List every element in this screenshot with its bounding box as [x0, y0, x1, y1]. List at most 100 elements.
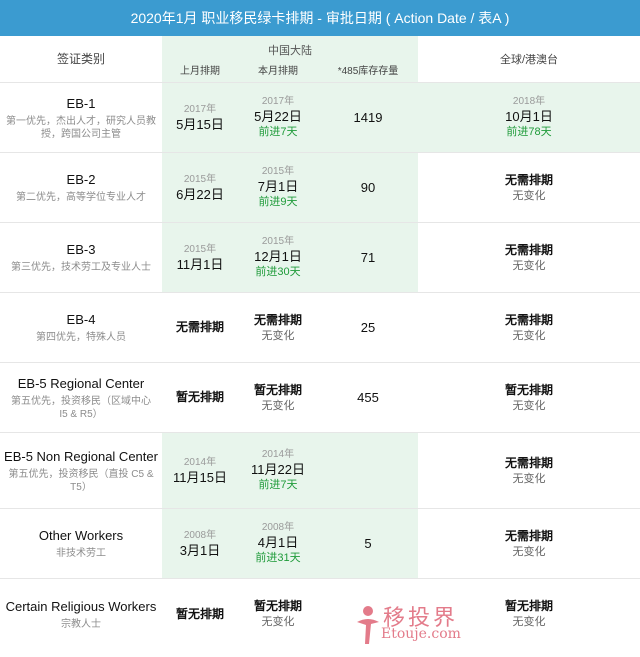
- this-month-cell-no-change: 无变化: [261, 616, 295, 629]
- global-cell: 无需排期 无变化: [418, 222, 640, 293]
- this-month-cell-no-change: 无变化: [261, 399, 295, 412]
- category-desc: 宗教人士: [61, 618, 101, 630]
- category-desc: 第五优先，投资移民（区域中心 I5 & R5）: [11, 395, 151, 420]
- category-cell: Other Workers 非技术劳工: [0, 508, 162, 579]
- category-desc: 第二优先，高等学位专业人才: [16, 192, 146, 203]
- this-month-cell-advance: 前进30天: [255, 266, 301, 278]
- last-month-cell-date: 11月1日: [176, 256, 224, 272]
- inventory-cell: 455: [318, 362, 419, 433]
- this-month-cell-year: 2015年: [261, 166, 295, 177]
- global-cell-date: 10月1日: [505, 109, 553, 124]
- category-cell: EB-4 第四优先，特殊人员: [0, 292, 162, 363]
- last-month-cell-status: 暂无排期: [175, 606, 224, 621]
- last-month-cell-status: 无需排期: [175, 320, 224, 334]
- this-month-cell: 2015年 12月1日前进30天: [238, 222, 318, 293]
- this-month-cell-year: 2014年: [261, 449, 295, 460]
- inventory-value: 455: [357, 390, 379, 405]
- last-month-cell-date: 3月1日: [179, 542, 221, 558]
- last-month-header: 上月排期: [180, 66, 220, 77]
- this-month-cell: 2017年 5月22日 前进7天: [238, 82, 318, 153]
- this-month-cell-year: 2015年: [261, 236, 295, 247]
- last-month-cell: 2015年 6月22日: [162, 152, 238, 223]
- this-month-cell-year: 2017年: [261, 96, 295, 107]
- mainland-header: 中国大陆 上月排期 本月排期 *485库存存量: [162, 36, 419, 83]
- table-row: EB-1 第一优先，杰出人才，研究人员教授，跨国公司主管 2017年 5月15日 201…: [0, 82, 640, 153]
- global-cell-no-change: 无变化: [512, 329, 546, 342]
- table-row: EB-3 第三优先，技术劳工及专业人士 2015年 11月1日 2015年 12月1日 前进…: [0, 222, 640, 293]
- this-month-cell-advance: 前进9天: [258, 196, 298, 208]
- this-month-cell-date: 7月1日: [257, 179, 299, 194]
- global-cell-status: 无需排期: [505, 528, 554, 543]
- global-cell-advance: 前进78天: [506, 126, 552, 138]
- table-row: EB-5 Non Regional Center 第五优先，投资移民（直投 C5 …: [0, 432, 640, 509]
- this-month-cell: 2014年 11月22日 前进7天: [238, 432, 318, 509]
- this-month-cell-date: 4月1日: [257, 535, 299, 550]
- global-cell: 暂无排期 无变化: [418, 362, 640, 433]
- global-cell-year: 2018年: [512, 96, 546, 107]
- last-month-cell: 2008年 3月1日: [162, 508, 238, 579]
- category-cell: EB-5 Non Regional Center 第五优先，投资移民（直投 C5 …: [0, 432, 162, 509]
- inventory-cell: 25: [318, 292, 419, 363]
- last-month-cell: 暂无排期: [162, 578, 238, 650]
- inventory-header: *485库存存量: [337, 66, 399, 77]
- this-month-cell-advance: 前进7天: [258, 126, 298, 138]
- etouje-watermark: 移投界 Etouje.com: [353, 602, 483, 648]
- global-cell: 无需排期 无变化: [418, 152, 640, 223]
- global-cell-no-change: 无变化: [512, 472, 546, 485]
- global-cell-no-change: 无变化: [512, 545, 546, 558]
- last-month-cell-year: 2014年: [183, 456, 217, 468]
- last-month-cell: 2017年 5月15日: [162, 82, 238, 153]
- this-month-cell: 2015年 7月1日前进9天: [238, 152, 318, 223]
- table-row: EB-4 第四优先，特殊人员 无需排期 无需排期 无变化 25 无需排期 无变化: [0, 292, 640, 363]
- this-month-cell-advance: 前进31天: [255, 552, 301, 564]
- last-month-cell-year: 2015年: [183, 243, 217, 255]
- global-cell: 2018年 10月1日前进78天: [418, 82, 640, 153]
- this-month-cell: 暂无排期 无变化: [238, 578, 318, 650]
- category-name: EB-4: [66, 312, 96, 327]
- category-desc: 第五优先，投资移民（直投 C5 & T5）: [8, 468, 154, 493]
- category-header: 签证类别: [0, 36, 162, 83]
- this-month-cell-no-change: 无变化: [261, 329, 295, 342]
- visa-bulletin-table: 签证类别 中国大陆 上月排期 本月排期 *485库存存量 全球/港澳台 EB-1…: [0, 36, 640, 650]
- this-month-cell-year: 2008年: [261, 522, 295, 533]
- this-month-header: 本月排期: [258, 66, 298, 77]
- table-title: 2020年1月 职业移民绿卡排期 - 审批日期 ( Action Date / …: [0, 0, 640, 36]
- inventory-value: 71: [360, 250, 376, 265]
- last-month-cell-date: 6月22日: [176, 186, 224, 202]
- category-name: EB-5 Regional Center: [17, 375, 145, 391]
- inventory-cell: 90: [318, 152, 419, 223]
- category-name: EB-1: [66, 95, 96, 111]
- last-month-cell-status: 暂无排期: [175, 390, 224, 404]
- category-desc: 第一优先，杰出人才，研究人员教授，跨国公司主管: [6, 115, 156, 140]
- global-cell: 无需排期 无变化: [418, 432, 640, 509]
- category-desc: 第三优先，技术劳工及专业人士: [11, 262, 151, 273]
- table-row: Other Workers 非技术劳工 2008年 3月1日 2008年 4月1日 前进31…: [0, 508, 640, 579]
- last-month-cell-year: 2017年: [183, 103, 217, 115]
- inventory-cell: [318, 432, 419, 509]
- this-month-cell-advance: 前进7天: [258, 479, 298, 491]
- last-month-cell-date: 11月15日: [173, 469, 227, 485]
- inventory-value: 90: [360, 180, 376, 195]
- this-month-cell-date: 12月1日: [254, 249, 302, 264]
- global-header-label: 全球/港澳台: [499, 54, 559, 66]
- global-header: 全球/港澳台: [418, 36, 640, 83]
- this-month-cell: 2008年 4月1日前进31天: [238, 508, 318, 579]
- category-name: EB-5 Non Regional Center: [4, 448, 158, 464]
- global-cell-status: 无需排期: [505, 312, 554, 327]
- category-name: Certain Religious Workers: [5, 598, 157, 614]
- watermark-en: Etouje.com: [381, 626, 461, 642]
- last-month-cell: 暂无排期: [162, 362, 238, 433]
- watermark-logo-icon: [357, 606, 379, 644]
- last-month-cell-year: 2015年: [183, 173, 217, 185]
- global-cell-no-change: 无变化: [512, 399, 546, 412]
- category-cell: EB-1 第一优先，杰出人才，研究人员教授，跨国公司主管: [0, 82, 162, 153]
- last-month-cell-date: 5月15日: [176, 116, 224, 132]
- inventory-cell: 1419: [318, 82, 419, 153]
- category-desc: 第四优先，特殊人员: [36, 332, 126, 343]
- last-month-cell: 2014年 11月15日: [162, 432, 238, 509]
- last-month-cell: 2015年 11月1日: [162, 222, 238, 293]
- global-cell: 无需排期 无变化: [418, 292, 640, 363]
- this-month-cell-status: 暂无排期: [253, 599, 302, 614]
- last-month-cell: 无需排期: [162, 292, 238, 363]
- global-cell-no-change: 无变化: [512, 259, 546, 272]
